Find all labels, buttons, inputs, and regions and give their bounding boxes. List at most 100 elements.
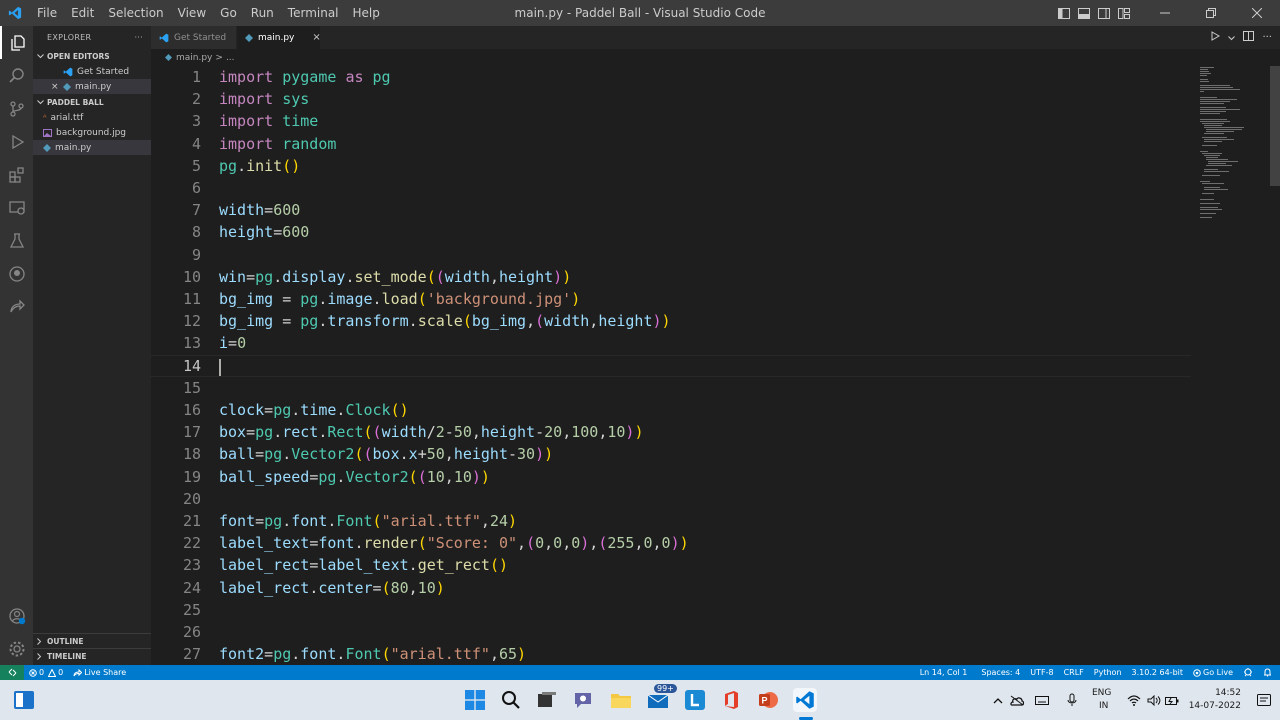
live-share-icon[interactable]: [0, 290, 33, 323]
line-number: 19: [182, 467, 201, 486]
code-line: 15: [151, 377, 1191, 399]
feedback-icon[interactable]: [1238, 668, 1258, 677]
code-line: 3 import time: [151, 110, 1191, 132]
run-debug-icon[interactable]: [0, 125, 33, 158]
task-view-widgets-icon[interactable]: [12, 688, 36, 712]
task-view-icon[interactable]: [535, 688, 559, 712]
line-number: 16: [182, 401, 201, 419]
minimize-icon[interactable]: [1142, 0, 1188, 26]
open-editor-get-started[interactable]: Get Started: [33, 64, 151, 79]
vscode-logo-icon: [0, 0, 30, 26]
extensions-icon[interactable]: [0, 158, 33, 191]
menu-edit[interactable]: Edit: [64, 0, 101, 26]
line-number: 27: [182, 645, 201, 664]
show-hidden-icons-chevron-up-icon[interactable]: [993, 697, 1007, 704]
encoding[interactable]: UTF-8: [1025, 668, 1058, 677]
code-line: 16 clock=pg.time.Clock(): [151, 399, 1191, 421]
remote-indicator-icon[interactable]: [0, 665, 24, 680]
editor-tabs: Get Started main.py × ···: [151, 26, 1280, 49]
notifications-bell-icon[interactable]: [1258, 668, 1280, 677]
code-line: 23 label_rect=label_text.get_rect(): [151, 554, 1191, 576]
more-actions-icon[interactable]: ···: [134, 33, 143, 42]
toggle-panel-icon[interactable]: [1074, 0, 1094, 26]
toggle-sidebar-icon[interactable]: [1054, 0, 1074, 26]
code-line: 17 box=pg.rect.Rect((width/2-50,height-20…: [151, 421, 1191, 443]
outline-section[interactable]: OUTLINE: [33, 633, 151, 648]
keyboard-icon[interactable]: [1035, 695, 1057, 705]
indentation[interactable]: Spaces: 4: [976, 668, 1025, 677]
customize-layout-icon[interactable]: [1114, 0, 1134, 26]
go-live-button[interactable]: Go Live: [1188, 668, 1238, 677]
menu-selection[interactable]: Selection: [101, 0, 170, 26]
close-icon[interactable]: ×: [51, 82, 63, 92]
python-interpreter[interactable]: 3.10.2 64-bit: [1127, 668, 1189, 677]
microphone-icon[interactable]: [1067, 693, 1087, 707]
taskbar-search-icon[interactable]: [499, 688, 523, 712]
tab-main-py[interactable]: main.py ×: [237, 26, 321, 49]
line-number: 18: [182, 445, 201, 464]
more-actions-icon[interactable]: ···: [1262, 32, 1272, 43]
text-cursor: [219, 358, 221, 376]
file-explorer-icon[interactable]: [609, 688, 633, 712]
open-editor-main-py[interactable]: × main.py: [33, 79, 151, 94]
split-editor-icon[interactable]: [1243, 31, 1255, 44]
clock[interactable]: 14:52 14-07-2022: [1187, 680, 1241, 720]
open-editors-section[interactable]: OPEN EDITORS: [33, 48, 151, 64]
file-background-jpg[interactable]: background.jpg: [33, 125, 151, 140]
cursor-position[interactable]: Ln 14, Col 1: [915, 668, 973, 677]
github-icon[interactable]: [0, 257, 33, 290]
vscode-taskbar-icon[interactable]: [793, 688, 817, 712]
input-language[interactable]: ENG IN: [1092, 680, 1111, 720]
menu-go[interactable]: Go: [213, 0, 244, 26]
start-windows-icon[interactable]: [463, 688, 487, 712]
toggle-secondary-sidebar-icon[interactable]: [1094, 0, 1114, 26]
teams-chat-icon[interactable]: [572, 688, 596, 712]
close-tab-icon[interactable]: ×: [312, 32, 320, 43]
tab-label: main.py: [258, 32, 295, 43]
menu-file[interactable]: File: [30, 0, 64, 26]
language-mode[interactable]: Python: [1089, 668, 1127, 677]
code-editor[interactable]: 1 import pygame as pg 2 import sys 3 import…: [151, 66, 1191, 665]
windows-taskbar: 99+ P ENG IN 14:52 14-07-2022: [0, 680, 1280, 720]
onedrive-cloud-icon[interactable]: [1009, 695, 1031, 706]
live-share-button[interactable]: Live Share: [68, 668, 131, 677]
explorer-icon[interactable]: [0, 26, 33, 59]
settings-gear-icon[interactable]: [0, 632, 33, 665]
line-number: 26: [182, 623, 201, 641]
source-control-icon[interactable]: [0, 92, 33, 125]
file-main-py[interactable]: main.py: [33, 140, 151, 155]
warning-icon: [48, 668, 57, 677]
problems-indicator[interactable]: 0 0: [24, 668, 68, 677]
breadcrumb-symbol[interactable]: ...: [226, 53, 235, 63]
timeline-section[interactable]: TIMELINE: [33, 648, 151, 663]
chevron-down-icon[interactable]: [1228, 31, 1236, 44]
live-share-label: Live Share: [84, 668, 127, 677]
folder-section[interactable]: PADDEL BALL: [33, 94, 151, 110]
minimap[interactable]: [1195, 66, 1265, 226]
menu-terminal[interactable]: Terminal: [281, 0, 346, 26]
quick-settings[interactable]: [1127, 680, 1183, 720]
run-file-icon[interactable]: [1211, 31, 1221, 44]
file-arial-ttf[interactable]: ᴬ arial.ttf: [33, 110, 151, 125]
wifi-icon: [1127, 694, 1147, 706]
menu-run[interactable]: Run: [244, 0, 281, 26]
mail-icon[interactable]: 99+: [646, 684, 677, 712]
remote-explorer-icon[interactable]: [0, 191, 33, 224]
open-editor-label: main.py: [75, 81, 112, 92]
end-of-line[interactable]: CRLF: [1059, 668, 1089, 677]
powerpoint-icon[interactable]: P: [756, 688, 780, 712]
office-icon[interactable]: [719, 688, 743, 712]
line-number: 17: [182, 423, 201, 442]
search-icon[interactable]: [0, 59, 33, 92]
restore-icon[interactable]: [1188, 0, 1234, 26]
menu-view[interactable]: View: [171, 0, 213, 26]
launcher-l-icon[interactable]: [683, 688, 707, 712]
breadcrumb-file[interactable]: main.py: [176, 53, 212, 63]
accounts-icon[interactable]: [0, 599, 33, 632]
close-window-icon[interactable]: [1234, 0, 1280, 26]
testing-icon[interactable]: [0, 224, 33, 257]
tab-get-started[interactable]: Get Started: [151, 26, 237, 49]
editor-scrollbar[interactable]: [1270, 66, 1280, 186]
menu-help[interactable]: Help: [346, 0, 387, 26]
notifications-icon[interactable]: [1257, 680, 1271, 720]
